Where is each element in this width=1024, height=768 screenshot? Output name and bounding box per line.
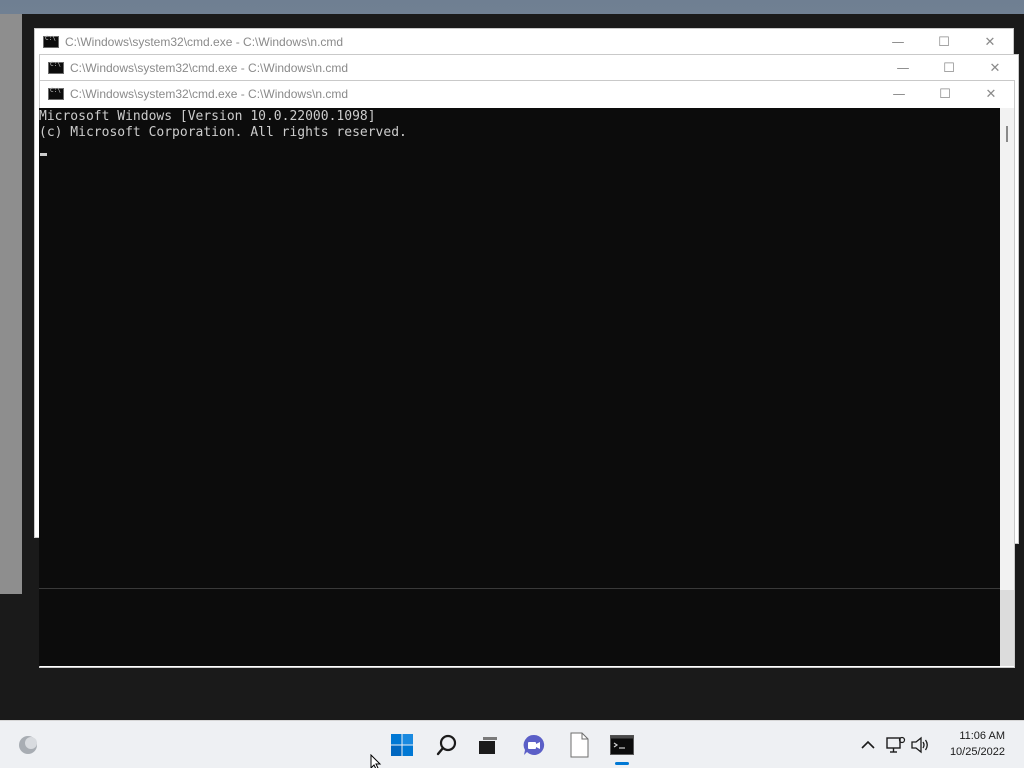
titlebar[interactable]: C:\Windows\system32\cmd.exe - C:\Windows…	[35, 29, 1013, 55]
console-line: Microsoft Windows [Version 10.0.22000.10…	[39, 109, 376, 124]
chat-icon[interactable]	[518, 729, 550, 761]
weather-icon[interactable]	[12, 729, 44, 761]
search-icon[interactable]	[431, 729, 463, 761]
chevron-up-icon[interactable]	[853, 729, 883, 761]
scrollbar-lower-track	[1000, 590, 1014, 666]
close-button[interactable]: ✕	[967, 29, 1013, 55]
maximize-button[interactable]: ☐	[926, 55, 972, 81]
console-divider	[39, 588, 1000, 589]
mouse-pointer-icon	[370, 754, 382, 768]
maximize-button[interactable]: ☐	[922, 81, 968, 107]
cmd-icon[interactable]	[606, 729, 638, 761]
cmd-icon	[48, 87, 64, 100]
close-button[interactable]: ✕	[972, 55, 1018, 81]
titlebar[interactable]: C:\Windows\system32\cmd.exe - C:\Windows…	[40, 81, 1014, 107]
cmd-icon	[48, 61, 64, 74]
taskbar: 11:06 AM 10/25/2022	[0, 720, 1024, 768]
titlebar[interactable]: C:\Windows\system32\cmd.exe - C:\Windows…	[40, 55, 1018, 81]
clock-date[interactable]: 10/25/2022	[935, 746, 1005, 758]
window-title: C:\Windows\system32\cmd.exe - C:\Windows…	[70, 61, 349, 75]
console-line: (c) Microsoft Corporation. All rights re…	[39, 125, 407, 140]
cmd-icon	[43, 35, 59, 48]
background-window-edge	[0, 14, 22, 594]
maximize-button[interactable]: ☐	[921, 29, 967, 55]
close-button[interactable]: ✕	[968, 81, 1014, 107]
window-title: C:\Windows\system32\cmd.exe - C:\Windows…	[65, 35, 344, 49]
window-title: C:\Windows\system32\cmd.exe - C:\Windows…	[70, 87, 349, 101]
minimize-button[interactable]: —	[876, 81, 922, 107]
scrollbar-thumb[interactable]	[1006, 126, 1008, 142]
volume-icon[interactable]	[906, 729, 934, 761]
minimize-button[interactable]: —	[880, 55, 926, 81]
start-icon[interactable]	[386, 729, 418, 761]
active-app-indicator	[615, 762, 629, 765]
console-output[interactable]: Microsoft Windows [Version 10.0.22000.10…	[39, 108, 1000, 666]
console-text: Microsoft Windows [Version 10.0.22000.10…	[39, 109, 407, 141]
vertical-scrollbar[interactable]	[1000, 108, 1014, 666]
text-cursor	[40, 153, 47, 156]
clock-time[interactable]: 11:06 AM	[935, 730, 1005, 742]
file-icon[interactable]	[563, 729, 595, 761]
task-view-icon[interactable]	[472, 729, 504, 761]
minimize-button[interactable]: —	[875, 29, 921, 55]
